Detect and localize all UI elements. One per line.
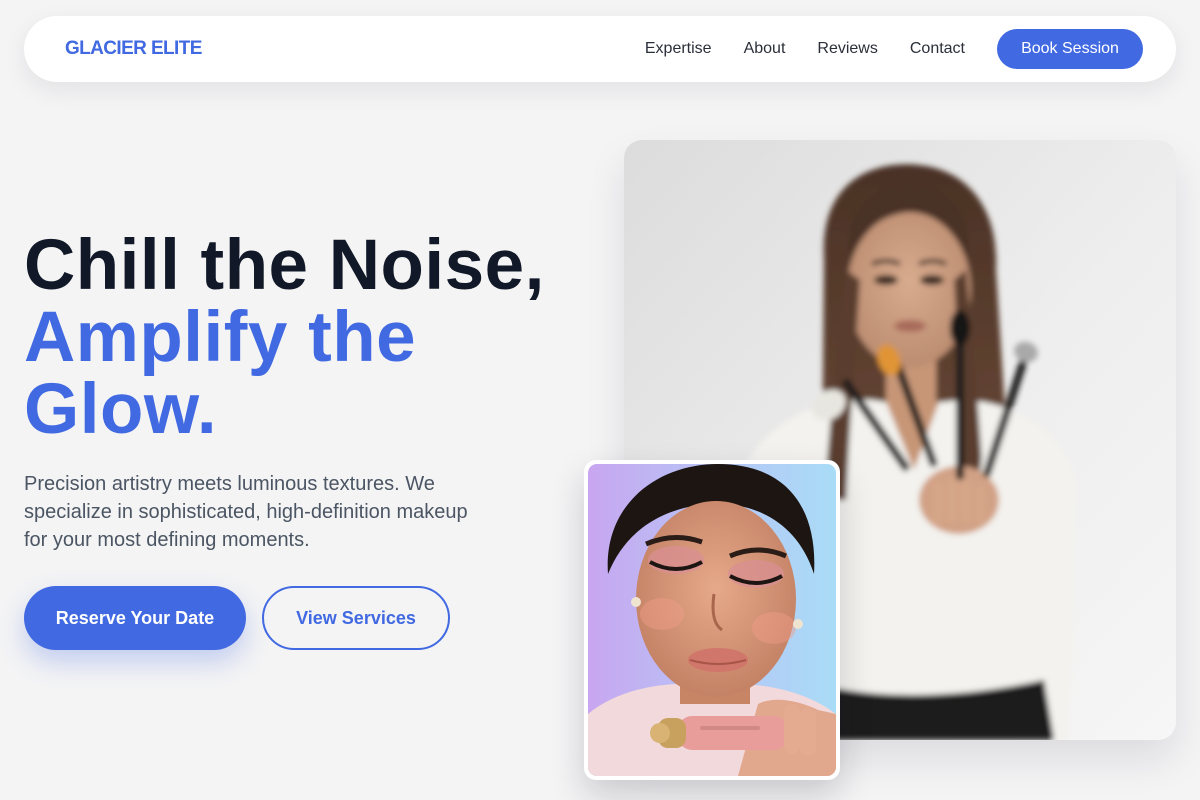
model-portrait-photo [588, 464, 836, 776]
nav-link-reviews[interactable]: Reviews [817, 40, 877, 58]
hero-title-line2: Amplify the Glow. [24, 298, 417, 449]
page: GLACIER ELITE Expertise About Reviews Co… [0, 0, 1200, 800]
hero-description: Precision artistry meets luminous textur… [24, 473, 468, 551]
reserve-date-button[interactable]: Reserve Your Date [24, 586, 246, 650]
view-services-button[interactable]: View Services [262, 586, 450, 650]
model-portrait-card [584, 460, 840, 780]
brand-logo[interactable]: GLACIER ELITE [65, 38, 202, 60]
hero-title-line1: Chill the Noise, [24, 226, 545, 305]
nav-link-about[interactable]: About [744, 40, 786, 58]
nav-link-expertise[interactable]: Expertise [645, 40, 712, 58]
hero-title: Chill the Noise, Amplify the Glow. [24, 230, 584, 446]
book-session-button[interactable]: Book Session [997, 29, 1143, 69]
nav-links: Expertise About Reviews Contact Book Ses… [645, 29, 1143, 69]
nav-link-contact[interactable]: Contact [910, 40, 965, 58]
top-navbar: GLACIER ELITE Expertise About Reviews Co… [24, 16, 1176, 82]
